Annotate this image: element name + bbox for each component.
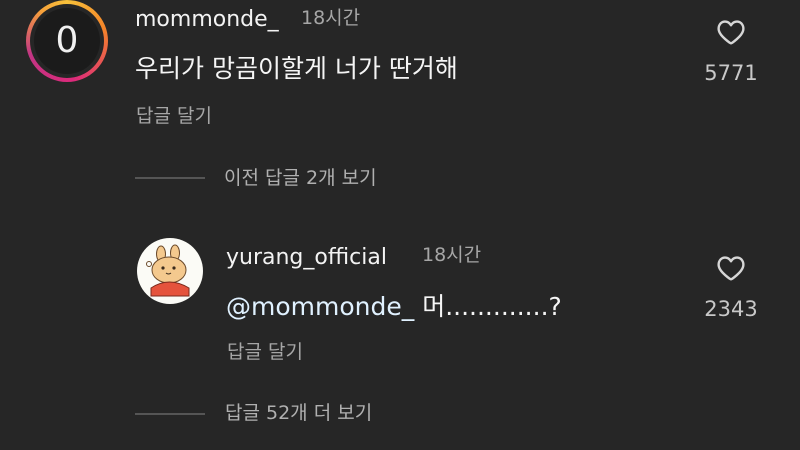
view-previous-replies-button[interactable]: 이전 답글 2개 보기: [224, 169, 377, 188]
heart-icon[interactable]: [714, 252, 748, 284]
reply-body: 머.............?: [422, 292, 562, 321]
thread-divider-line: [135, 177, 205, 179]
reply-to-reply-button[interactable]: 답글 달기: [227, 343, 303, 362]
mention-link[interactable]: @mommonde_: [226, 292, 414, 321]
reply-username[interactable]: yurang_official: [226, 247, 387, 269]
view-more-replies-button[interactable]: 답글 52개 더 보기: [225, 404, 372, 423]
heart-icon[interactable]: [714, 16, 748, 48]
comment-text: 우리가 망곰이할게 너가 딴거해: [135, 54, 458, 83]
avatar-letter: 0: [55, 20, 79, 61]
reply-avatar[interactable]: [137, 238, 203, 304]
reply-timestamp: 18시간: [422, 244, 482, 266]
bunny-character-icon: [146, 244, 190, 297]
commenter-avatar[interactable]: 0: [26, 0, 108, 82]
like-count: 5771: [704, 61, 758, 85]
avatar-image: 0: [34, 8, 100, 74]
comment-thread-screen: 0 mommonde_ 18시간 우리가 망곰이할게 너가 딴거해 답글 달기 …: [0, 0, 800, 450]
thread-divider-line: [135, 413, 205, 415]
reply-button[interactable]: 답글 달기: [136, 107, 212, 126]
reply-text: @mommonde_ 머.............?: [226, 294, 562, 319]
reply-like-count: 2343: [704, 297, 758, 321]
commenter-username[interactable]: mommonde_: [135, 9, 279, 31]
comment-timestamp: 18시간: [301, 7, 361, 29]
